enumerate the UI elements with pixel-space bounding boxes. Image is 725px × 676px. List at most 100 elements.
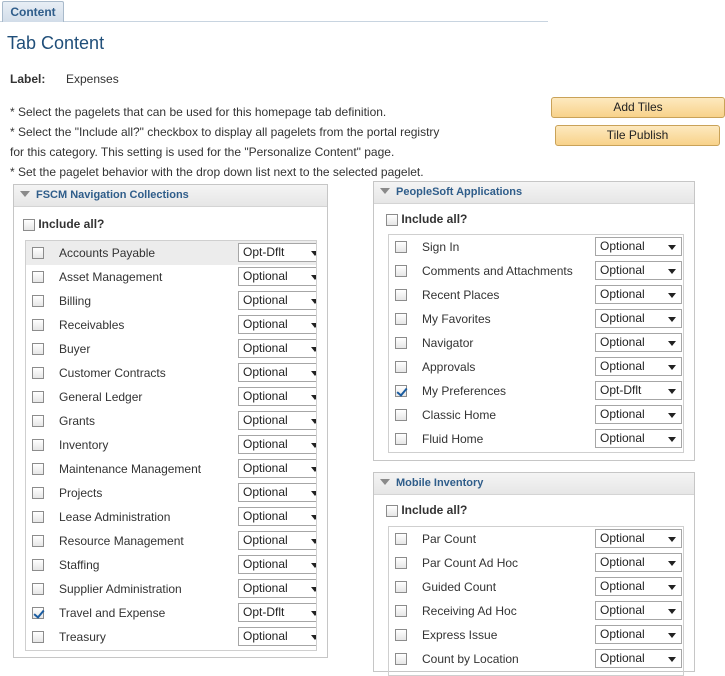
- pagelet-checkbox[interactable]: [32, 247, 44, 259]
- pagelet-checkbox[interactable]: [395, 313, 407, 325]
- chevron-down-icon[interactable]: [668, 561, 676, 566]
- pagelet-checkbox[interactable]: [395, 629, 407, 641]
- pagelet-behavior-select[interactable]: Optional: [238, 435, 316, 454]
- pagelet-behavior-select[interactable]: Optional: [595, 649, 682, 668]
- chevron-down-icon[interactable]: [311, 275, 316, 280]
- pagelet-behavior-select[interactable]: Optional: [238, 459, 316, 478]
- pagelet-checkbox[interactable]: [395, 653, 407, 665]
- pagelet-behavior-select[interactable]: Optional: [238, 291, 316, 310]
- pagelet-behavior-select[interactable]: Optional: [595, 333, 682, 352]
- chevron-down-icon[interactable]: [311, 371, 316, 376]
- pagelet-behavior-select[interactable]: Optional: [595, 405, 682, 424]
- chevron-down-icon[interactable]: [311, 347, 316, 352]
- pagelet-behavior-select[interactable]: Optional: [595, 285, 682, 304]
- pagelet-checkbox[interactable]: [32, 343, 44, 355]
- pagelet-behavior-select[interactable]: Optional: [595, 625, 682, 644]
- collapse-triangle-icon[interactable]: [380, 188, 390, 194]
- chevron-down-icon[interactable]: [668, 341, 676, 346]
- chevron-down-icon[interactable]: [668, 245, 676, 250]
- chevron-down-icon[interactable]: [311, 611, 316, 616]
- pagelet-checkbox[interactable]: [32, 439, 44, 451]
- pagelet-behavior-select[interactable]: Optional: [595, 261, 682, 280]
- pagelet-checkbox[interactable]: [395, 409, 407, 421]
- pagelet-checkbox[interactable]: [32, 631, 44, 643]
- pagelet-checkbox[interactable]: [395, 557, 407, 569]
- chevron-down-icon[interactable]: [668, 293, 676, 298]
- chevron-down-icon[interactable]: [668, 437, 676, 442]
- chevron-down-icon[interactable]: [311, 443, 316, 448]
- pagelet-behavior-select[interactable]: Optional: [238, 627, 316, 646]
- pagelet-behavior-select[interactable]: Optional: [238, 555, 316, 574]
- pagelet-checkbox[interactable]: [395, 337, 407, 349]
- include-all-mobile[interactable]: Include all?: [386, 503, 467, 517]
- pagelet-checkbox[interactable]: [32, 319, 44, 331]
- chevron-down-icon[interactable]: [311, 635, 316, 640]
- pagelet-behavior-select[interactable]: Optional: [595, 553, 682, 572]
- pagelet-checkbox[interactable]: [395, 433, 407, 445]
- chevron-down-icon[interactable]: [668, 269, 676, 274]
- chevron-down-icon[interactable]: [668, 389, 676, 394]
- pagelet-checkbox[interactable]: [32, 487, 44, 499]
- chevron-down-icon[interactable]: [311, 299, 316, 304]
- pagelet-checkbox[interactable]: [395, 361, 407, 373]
- pagelet-behavior-select[interactable]: Optional: [595, 529, 682, 548]
- fscm-group-header[interactable]: FSCM Navigation Collections: [14, 185, 327, 207]
- pagelet-checkbox[interactable]: [395, 581, 407, 593]
- chevron-down-icon[interactable]: [311, 491, 316, 496]
- pagelet-behavior-select[interactable]: Optional: [238, 363, 316, 382]
- pagelet-checkbox[interactable]: [32, 391, 44, 403]
- chevron-down-icon[interactable]: [668, 585, 676, 590]
- pagelet-checkbox[interactable]: [395, 289, 407, 301]
- collapse-triangle-icon[interactable]: [20, 191, 30, 197]
- pagelet-behavior-select[interactable]: Opt-Dflt: [238, 603, 316, 622]
- pagelet-behavior-select[interactable]: Optional: [595, 357, 682, 376]
- pagelet-behavior-select[interactable]: Optional: [595, 237, 682, 256]
- chevron-down-icon[interactable]: [668, 609, 676, 614]
- pagelet-behavior-select[interactable]: Optional: [595, 429, 682, 448]
- chevron-down-icon[interactable]: [311, 539, 316, 544]
- chevron-down-icon[interactable]: [311, 419, 316, 424]
- chevron-down-icon[interactable]: [311, 563, 316, 568]
- pagelet-behavior-select[interactable]: Opt-Dflt: [238, 243, 316, 262]
- pagelet-behavior-select[interactable]: Optional: [238, 267, 316, 286]
- pagelet-behavior-select[interactable]: Optional: [238, 579, 316, 598]
- pagelet-checkbox[interactable]: [395, 533, 407, 545]
- include-all-checkbox[interactable]: [23, 218, 35, 231]
- chevron-down-icon[interactable]: [311, 251, 316, 256]
- chevron-down-icon[interactable]: [668, 537, 676, 542]
- pagelet-checkbox[interactable]: [32, 463, 44, 475]
- include-all-fscm[interactable]: Include all?: [23, 217, 104, 231]
- chevron-down-icon[interactable]: [311, 587, 316, 592]
- pagelet-behavior-select[interactable]: Optional: [595, 577, 682, 596]
- pagelet-checkbox[interactable]: [32, 559, 44, 571]
- collapse-triangle-icon[interactable]: [380, 479, 390, 485]
- pagelet-checkbox[interactable]: [32, 415, 44, 427]
- chevron-down-icon[interactable]: [668, 633, 676, 638]
- pagelet-checkbox[interactable]: [32, 367, 44, 379]
- include-all-checkbox[interactable]: [386, 504, 398, 517]
- chevron-down-icon[interactable]: [311, 323, 316, 328]
- pagelet-behavior-select[interactable]: Optional: [238, 531, 316, 550]
- pagelet-checkbox[interactable]: [395, 605, 407, 617]
- chevron-down-icon[interactable]: [668, 413, 676, 418]
- chevron-down-icon[interactable]: [311, 515, 316, 520]
- chevron-down-icon[interactable]: [311, 395, 316, 400]
- pagelet-behavior-select[interactable]: Optional: [238, 483, 316, 502]
- pagelet-behavior-select[interactable]: Optional: [238, 315, 316, 334]
- add-tiles-button[interactable]: Add Tiles: [551, 97, 725, 118]
- mobile-group-header[interactable]: Mobile Inventory: [374, 473, 694, 495]
- pagelet-behavior-select[interactable]: Optional: [238, 387, 316, 406]
- pagelet-checkbox[interactable]: [32, 535, 44, 547]
- include-all-checkbox[interactable]: [386, 213, 398, 226]
- tab-content[interactable]: Content: [2, 1, 64, 22]
- pagelet-checkbox[interactable]: [32, 607, 44, 619]
- include-all-peoplesoft[interactable]: Include all?: [386, 212, 467, 226]
- pagelet-behavior-select[interactable]: Optional: [595, 309, 682, 328]
- pagelet-checkbox[interactable]: [32, 271, 44, 283]
- pagelet-checkbox[interactable]: [395, 241, 407, 253]
- chevron-down-icon[interactable]: [668, 365, 676, 370]
- pagelet-behavior-select[interactable]: Opt-Dflt: [595, 381, 682, 400]
- peoplesoft-group-header[interactable]: PeopleSoft Applications: [374, 182, 694, 204]
- chevron-down-icon[interactable]: [311, 467, 316, 472]
- pagelet-checkbox[interactable]: [32, 511, 44, 523]
